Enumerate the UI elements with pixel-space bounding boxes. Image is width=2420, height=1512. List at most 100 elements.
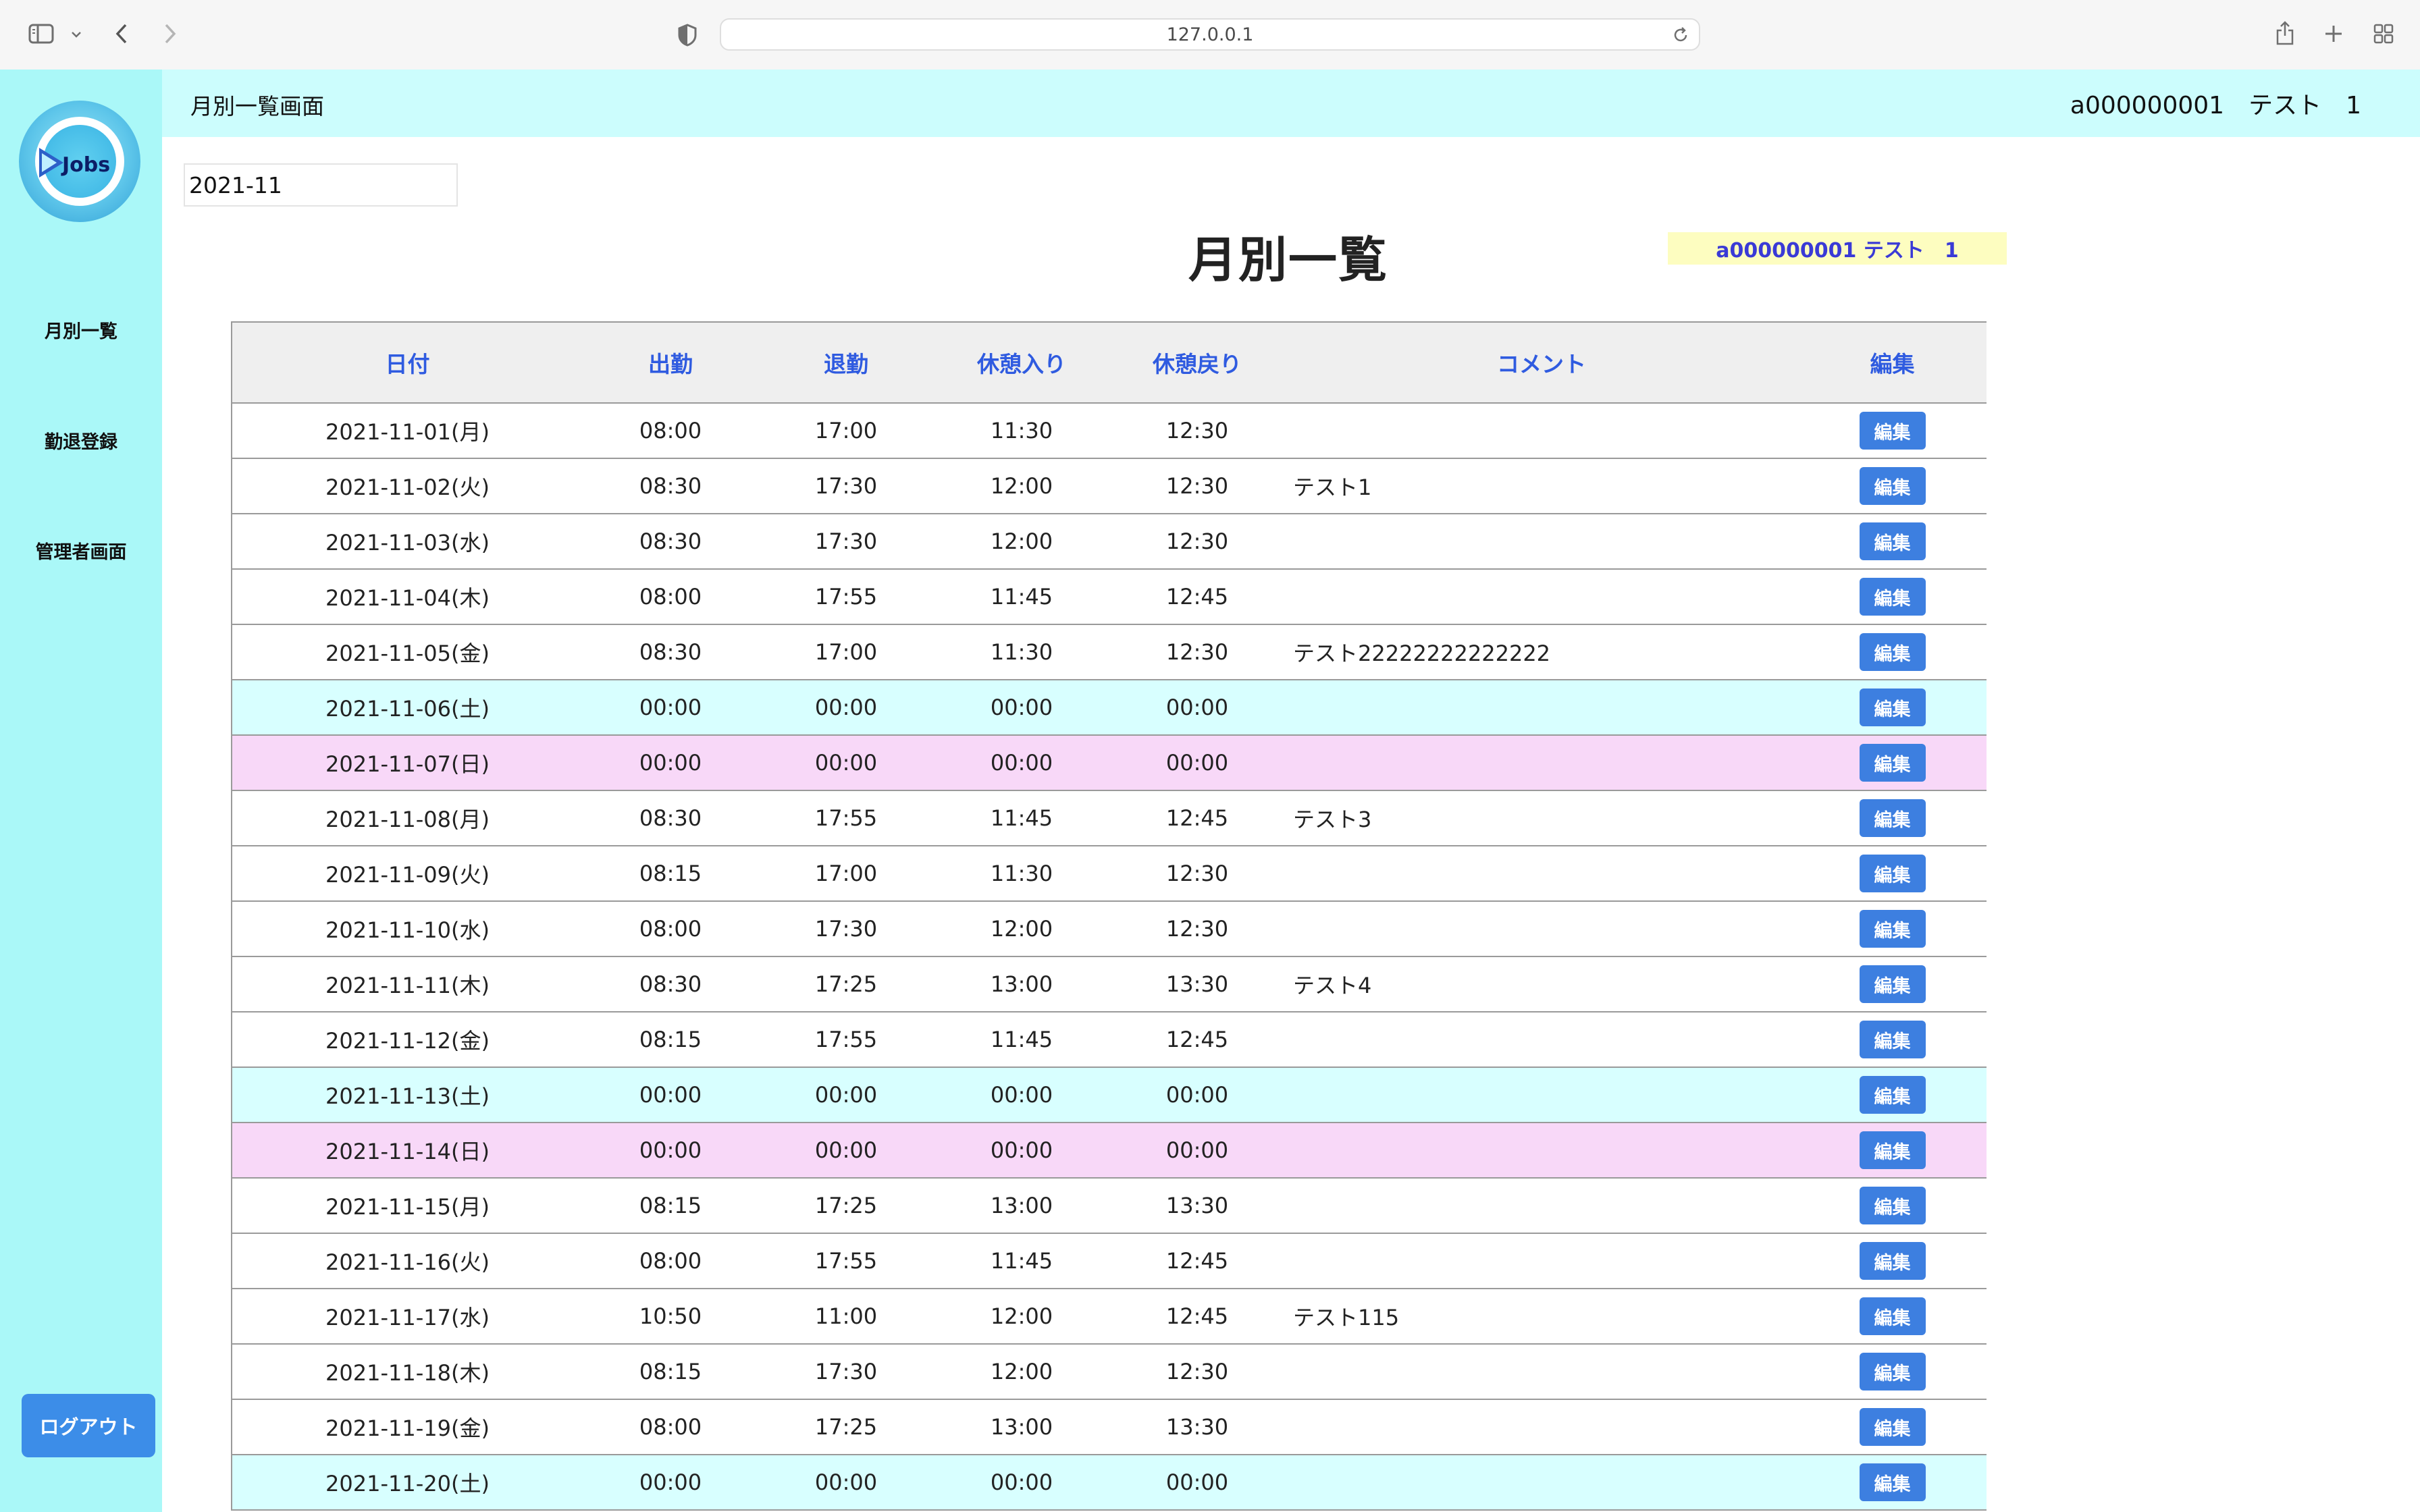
table-row: 2021-11-12(金) 08:15 17:55 11:45 12:45 編集	[231, 1012, 1987, 1068]
cell-clock-out: 17:30	[758, 458, 934, 514]
cell-break-out: 13:30	[1109, 956, 1285, 1013]
cell-break-in: 11:45	[934, 1012, 1109, 1068]
cell-break-out: 00:00	[1109, 1123, 1285, 1179]
cell-break-in: 12:00	[934, 514, 1109, 570]
cell-clock-out: 17:00	[758, 624, 934, 680]
cell-date: 2021-11-11(木)	[231, 956, 583, 1013]
cell-comment	[1285, 403, 1798, 459]
address-bar[interactable]: 127.0.0.1	[720, 18, 1700, 51]
cell-clock-in: 08:30	[583, 514, 758, 570]
cell-edit: 編集	[1798, 846, 1987, 902]
edit-button[interactable]: 編集	[1859, 467, 1926, 505]
cell-edit: 編集	[1798, 956, 1987, 1013]
cell-clock-in: 08:00	[583, 569, 758, 625]
edit-button[interactable]: 編集	[1859, 522, 1926, 560]
edit-button[interactable]: 編集	[1859, 578, 1926, 616]
cell-comment: テスト4	[1285, 956, 1798, 1013]
sidebar-item-attendance-register[interactable]: 勤退登録	[0, 427, 162, 454]
cell-break-out: 12:30	[1109, 458, 1285, 514]
cell-edit: 編集	[1798, 1067, 1987, 1123]
edit-button[interactable]: 編集	[1859, 965, 1926, 1003]
header-user-info: a000000001 テスト 1	[2070, 92, 2361, 119]
new-tab-icon[interactable]	[2320, 19, 2347, 49]
cell-clock-in: 00:00	[583, 680, 758, 736]
edit-button[interactable]: 編集	[1859, 799, 1926, 837]
screen-title: 月別一覧画面	[190, 93, 324, 119]
cell-clock-in: 08:00	[583, 403, 758, 459]
cell-break-in: 00:00	[934, 680, 1109, 736]
cell-comment	[1285, 680, 1798, 736]
table-row: 2021-11-10(水) 08:00 17:30 12:00 12:30 編集	[231, 901, 1987, 957]
edit-button[interactable]: 編集	[1859, 1297, 1926, 1335]
cell-comment: テスト22222222222222	[1285, 624, 1798, 680]
cell-break-out: 12:30	[1109, 1344, 1285, 1400]
table-row: 2021-11-14(日) 00:00 00:00 00:00 00:00 編集	[231, 1123, 1987, 1179]
address-url[interactable]: 127.0.0.1	[721, 20, 1699, 49]
cell-break-in: 11:45	[934, 1233, 1109, 1289]
reload-icon[interactable]	[1671, 25, 1691, 45]
edit-button[interactable]: 編集	[1859, 1463, 1926, 1501]
edit-button[interactable]: 編集	[1859, 633, 1926, 671]
cell-break-in: 13:00	[934, 956, 1109, 1013]
cell-clock-out: 17:30	[758, 901, 934, 957]
table-row: 2021-11-17(水) 10:50 11:00 12:00 12:45 テスト115 編…	[231, 1289, 1987, 1345]
edit-button[interactable]: 編集	[1859, 688, 1926, 726]
table-row: 2021-11-11(木) 08:30 17:25 13:00 13:30 テスト4 編集	[231, 956, 1987, 1013]
tab-overview-icon[interactable]	[2369, 19, 2398, 49]
cell-clock-out: 17:00	[758, 403, 934, 459]
sidebar-item-monthly-list[interactable]: 月別一覧	[0, 317, 162, 343]
cell-edit: 編集	[1798, 901, 1987, 957]
edit-button[interactable]: 編集	[1859, 1353, 1926, 1390]
privacy-shield-icon[interactable]	[673, 20, 702, 50]
share-icon[interactable]	[2271, 16, 2298, 50]
cell-break-in: 12:00	[934, 1344, 1109, 1400]
cell-edit: 編集	[1798, 1344, 1987, 1400]
sidebar-item-admin[interactable]: 管理者画面	[0, 537, 162, 564]
cell-date: 2021-11-01(月)	[231, 403, 583, 459]
edit-button[interactable]: 編集	[1859, 1131, 1926, 1169]
cell-break-in: 13:00	[934, 1178, 1109, 1234]
cell-edit: 編集	[1798, 1289, 1987, 1345]
jobs-logo[interactable]: Jobs	[19, 101, 140, 222]
edit-button[interactable]: 編集	[1859, 412, 1926, 450]
edit-button[interactable]: 編集	[1859, 1021, 1926, 1058]
cell-break-out: 12:45	[1109, 1289, 1285, 1345]
cell-clock-in: 10:50	[583, 1289, 758, 1345]
column-header-clock-in: 出勤	[583, 321, 758, 404]
page-title: 月別一覧	[1188, 232, 1389, 288]
cell-edit: 編集	[1798, 403, 1987, 459]
cell-date: 2021-11-14(日)	[231, 1123, 583, 1179]
edit-button[interactable]: 編集	[1859, 1408, 1926, 1446]
edit-button[interactable]: 編集	[1859, 1242, 1926, 1280]
cell-edit: 編集	[1798, 1178, 1987, 1234]
cell-edit: 編集	[1798, 458, 1987, 514]
edit-button[interactable]: 編集	[1859, 910, 1926, 948]
cell-break-in: 12:00	[934, 901, 1109, 957]
chevron-down-icon[interactable]	[66, 24, 86, 45]
cell-break-in: 00:00	[934, 1067, 1109, 1123]
app-header: 月別一覧画面 a000000001 テスト 1	[162, 70, 2420, 137]
edit-button[interactable]: 編集	[1859, 855, 1926, 892]
cell-break-out: 13:30	[1109, 1178, 1285, 1234]
cell-date: 2021-11-04(木)	[231, 569, 583, 625]
cell-comment: テスト1	[1285, 458, 1798, 514]
forward-arrow-icon[interactable]	[157, 19, 184, 49]
sidebar: Jobs 月別一覧 勤退登録 管理者画面 ログアウト	[0, 70, 162, 1512]
cell-clock-in: 08:00	[583, 901, 758, 957]
month-input[interactable]	[184, 163, 458, 207]
cell-break-out: 12:30	[1109, 514, 1285, 570]
logout-button[interactable]: ログアウト	[22, 1394, 155, 1457]
attendance-table-container: 日付 出勤 退勤 休憩入り 休憩戻り コメント 編集 2021-11-01(月)…	[231, 321, 1987, 1512]
cell-break-in: 12:00	[934, 1289, 1109, 1345]
edit-button[interactable]: 編集	[1859, 1187, 1926, 1224]
cell-edit: 編集	[1798, 790, 1987, 846]
cell-break-in: 11:30	[934, 403, 1109, 459]
back-arrow-icon[interactable]	[108, 19, 135, 49]
edit-button[interactable]: 編集	[1859, 1076, 1926, 1114]
attendance-table: 日付 出勤 退勤 休憩入り 休憩戻り コメント 編集 2021-11-01(月)…	[231, 321, 1987, 1511]
play-icon	[39, 148, 63, 178]
cell-break-in: 00:00	[934, 735, 1109, 791]
cell-clock-in: 08:30	[583, 790, 758, 846]
sidebar-toggle-icon[interactable]	[24, 20, 58, 47]
edit-button[interactable]: 編集	[1859, 744, 1926, 782]
